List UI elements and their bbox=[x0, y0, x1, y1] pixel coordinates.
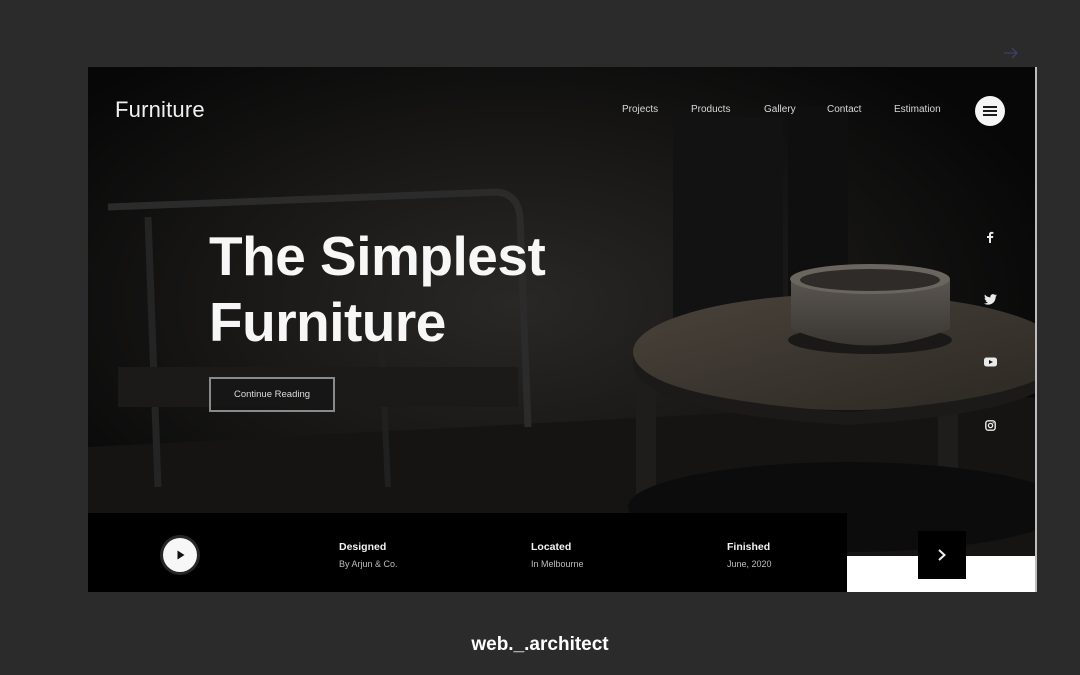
nav-link-projects[interactable]: Projects bbox=[622, 104, 658, 115]
main-nav: Projects Products Gallery Contact Estima… bbox=[88, 104, 1035, 118]
info-designed-title: Designed bbox=[339, 541, 387, 553]
instagram-icon[interactable] bbox=[980, 415, 1000, 435]
website-mockup: Furniture Projects Products Gallery Cont… bbox=[88, 67, 1037, 592]
menu-icon-bar bbox=[983, 114, 997, 116]
info-located-title: Located bbox=[531, 541, 572, 553]
menu-icon-bar bbox=[983, 110, 997, 112]
facebook-icon[interactable] bbox=[980, 227, 1000, 247]
nav-link-contact[interactable]: Contact bbox=[827, 104, 861, 115]
continue-reading-button[interactable]: Continue Reading bbox=[209, 377, 335, 412]
menu-button[interactable] bbox=[975, 96, 1005, 126]
play-video-button[interactable] bbox=[163, 538, 197, 572]
info-located: Located In Melbourne bbox=[531, 541, 584, 569]
info-designed-value: By Arjun & Co. bbox=[339, 559, 398, 569]
info-designed: Designed By Arjun & Co. bbox=[339, 541, 398, 569]
nav-link-estimation[interactable]: Estimation bbox=[894, 104, 941, 115]
chevron-right-icon bbox=[938, 549, 946, 561]
menu-icon bbox=[983, 106, 997, 108]
nav-link-gallery[interactable]: Gallery bbox=[764, 104, 796, 115]
author-caption: web._.architect bbox=[471, 634, 609, 655]
youtube-icon[interactable] bbox=[980, 352, 1000, 372]
hero-headline: The Simplest Furniture bbox=[209, 223, 546, 355]
project-info-bar: Designed By Arjun & Co. Located In Melbo… bbox=[88, 513, 847, 592]
next-slide-button[interactable] bbox=[918, 531, 966, 579]
hero-headline-line1: The Simplest bbox=[209, 225, 546, 287]
hero-headline-line2: Furniture bbox=[209, 291, 446, 353]
info-finished-title: Finished bbox=[727, 541, 771, 553]
info-located-value: In Melbourne bbox=[531, 559, 584, 569]
info-finished-value: June, 2020 bbox=[727, 559, 772, 569]
nav-link-products[interactable]: Products bbox=[691, 104, 730, 115]
play-icon bbox=[177, 550, 185, 560]
info-finished: Finished June, 2020 bbox=[727, 541, 772, 569]
twitter-icon[interactable] bbox=[980, 289, 1000, 309]
arrow-right-icon bbox=[1002, 44, 1022, 64]
